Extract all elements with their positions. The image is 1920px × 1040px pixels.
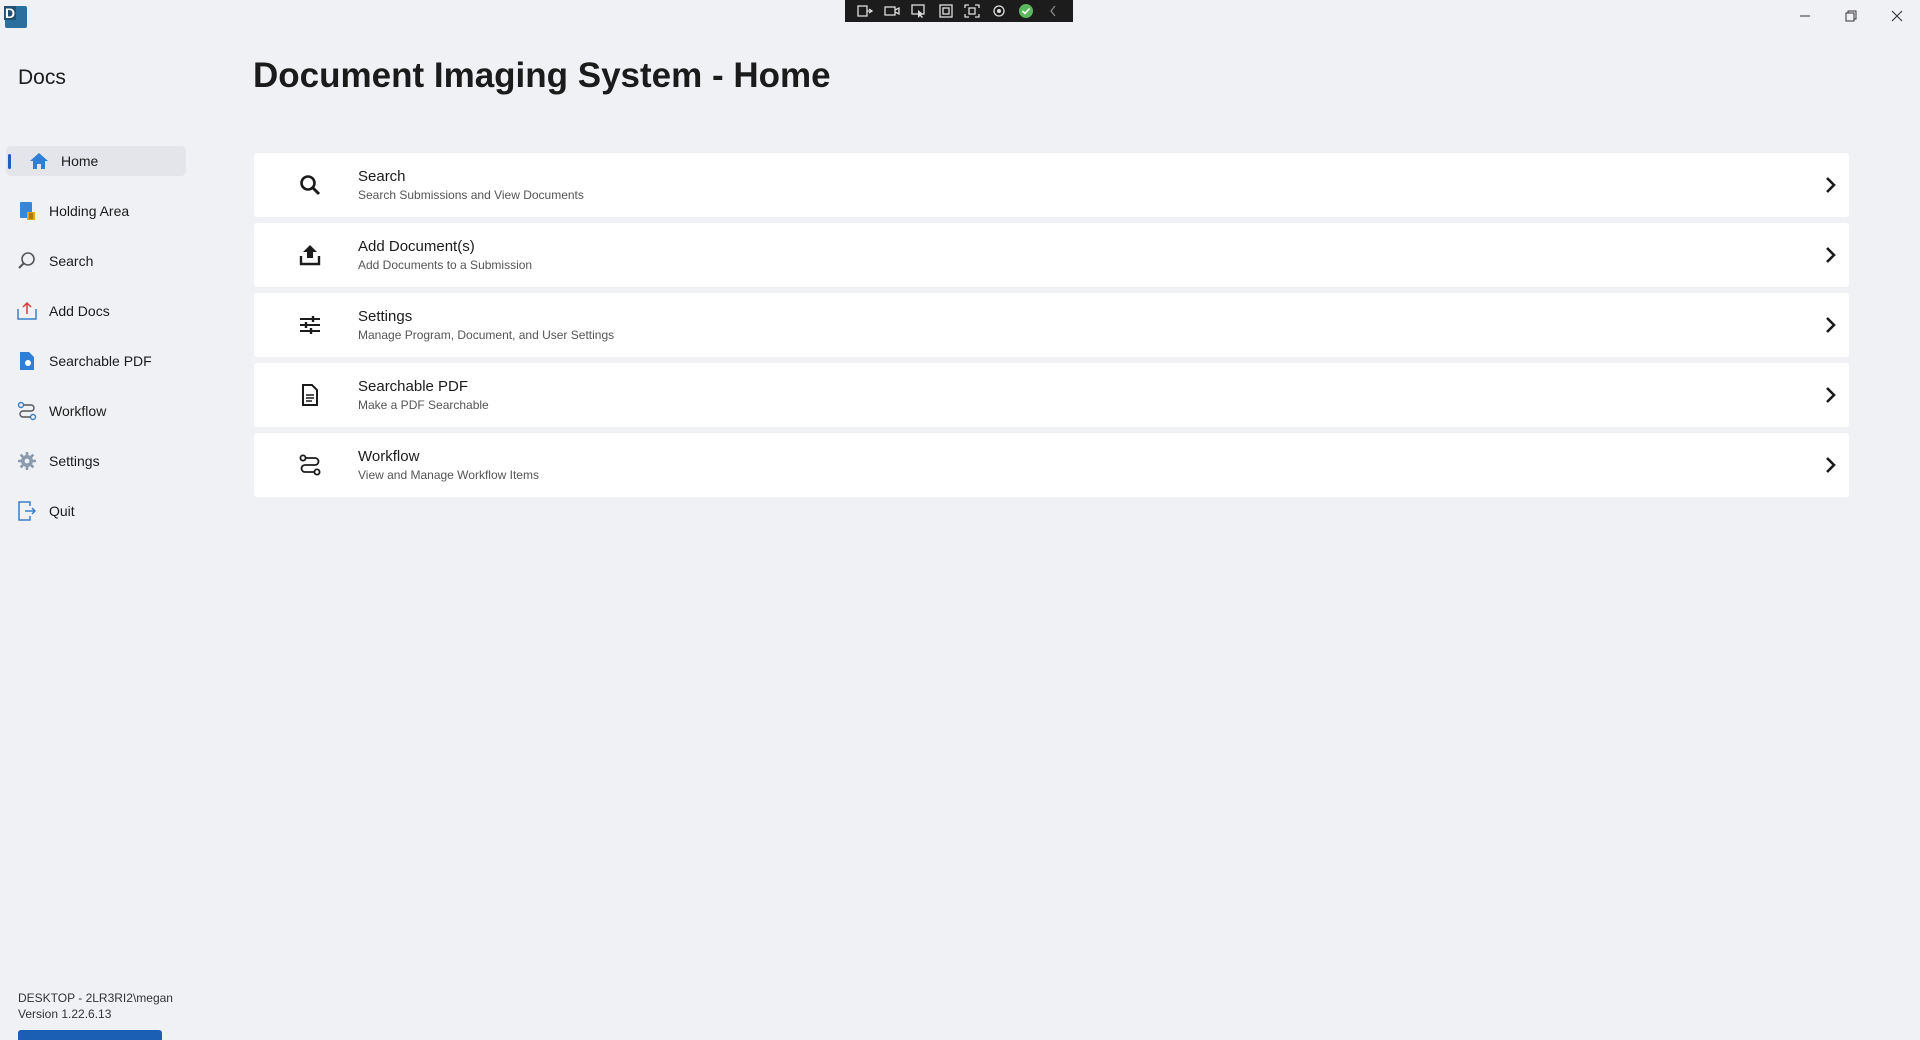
sidebar-item-searchable-pdf[interactable]: Searchable PDF — [6, 346, 186, 376]
sidebar-item-label: Quit — [49, 503, 75, 519]
sidebar-footer: DESKTOP - 2LR3RI2\megan Version 1.22.6.1… — [18, 990, 173, 1022]
card-subtitle: View and Manage Workflow Items — [358, 468, 539, 482]
sidebar-item-home[interactable]: Home — [6, 146, 186, 176]
sidebar-item-label: Home — [61, 153, 99, 169]
user-label: DESKTOP - 2LR3RI2\megan — [18, 991, 173, 1005]
sidebar-item-holding-area[interactable]: Holding Area — [6, 196, 186, 226]
card-search[interactable]: Search Search Submissions and View Docum… — [254, 153, 1849, 217]
pointer-icon[interactable] — [911, 4, 928, 18]
capture-icon[interactable] — [964, 4, 981, 18]
card-subtitle: Make a PDF Searchable — [358, 398, 489, 412]
sidebar-item-workflow[interactable]: Workflow — [6, 396, 186, 426]
settings-icon[interactable] — [991, 4, 1008, 18]
chevron-right-icon — [1819, 313, 1843, 337]
add-docs-icon — [16, 300, 38, 322]
sidebar-item-search[interactable]: Search — [6, 246, 186, 276]
upload-icon — [296, 241, 324, 269]
sidebar-item-quit[interactable]: Quit — [6, 496, 186, 526]
chevron-right-icon — [1819, 453, 1843, 477]
sliders-icon — [296, 311, 324, 339]
sidebar-item-label: Search — [49, 253, 94, 269]
gear-icon — [16, 450, 38, 472]
card-add-documents[interactable]: Add Document(s) Add Documents to a Submi… — [254, 223, 1849, 287]
card-title: Add Document(s) — [358, 238, 475, 255]
card-title: Search — [358, 168, 406, 185]
sidebar-item-label: Settings — [49, 453, 100, 469]
card-subtitle: Add Documents to a Submission — [358, 258, 533, 272]
window-controls — [1782, 0, 1920, 32]
collapse-icon[interactable] — [1044, 4, 1061, 18]
chevron-right-icon — [1819, 173, 1843, 197]
sidebar-item-label: Workflow — [49, 403, 107, 419]
card-title: Settings — [358, 308, 413, 325]
magnifier-icon — [296, 171, 324, 199]
sidebar-item-label: Add Docs — [49, 303, 110, 319]
card-settings[interactable]: Settings Manage Program, Document, and U… — [254, 293, 1849, 357]
sidebar-item-settings[interactable]: Settings — [6, 446, 186, 476]
minimize-button[interactable] — [1782, 0, 1828, 32]
holding-area-icon — [16, 200, 38, 222]
chevron-right-icon — [1819, 243, 1843, 267]
version-label: Version 1.22.6.13 — [18, 1007, 112, 1021]
restore-button[interactable] — [1828, 0, 1874, 32]
workflow-icon — [16, 400, 38, 422]
app-logo-icon: D — [4, 5, 27, 28]
card-workflow[interactable]: Workflow View and Manage Workflow Items — [254, 433, 1849, 497]
sidebar-item-add-docs[interactable]: Add Docs — [6, 296, 186, 326]
steps-recorder-icon[interactable] — [857, 4, 874, 18]
pdf-icon — [16, 350, 38, 372]
route-icon — [296, 451, 324, 479]
footer-button[interactable] — [18, 1030, 162, 1040]
check-icon[interactable] — [1018, 4, 1035, 18]
recorder-toolbar — [845, 0, 1073, 22]
card-searchable-pdf[interactable]: Searchable PDF Make a PDF Searchable — [254, 363, 1849, 427]
chevron-right-icon — [1819, 383, 1843, 407]
sidebar-item-label: Searchable PDF — [49, 353, 152, 369]
card-title: Searchable PDF — [358, 378, 469, 395]
home-icon — [28, 150, 50, 172]
page-title: Document Imaging System - Home — [253, 56, 831, 95]
close-button[interactable] — [1874, 0, 1920, 32]
card-subtitle: Search Submissions and View Documents — [358, 188, 584, 202]
title-bar: D — [0, 0, 1920, 34]
card-subtitle: Manage Program, Document, and User Setti… — [358, 328, 615, 342]
home-cards: Search Search Submissions and View Docum… — [254, 153, 1849, 503]
quit-icon — [16, 500, 38, 522]
app-name: Docs — [18, 66, 66, 89]
sidebar-item-label: Holding Area — [49, 203, 130, 219]
region-icon[interactable] — [937, 4, 954, 18]
document-icon — [296, 381, 324, 409]
search-icon — [16, 250, 38, 272]
sidebar-nav: Home Holding Area Search Add Docs Search… — [6, 146, 186, 546]
app-logo-letter: D — [4, 5, 17, 21]
video-icon[interactable] — [884, 4, 901, 18]
card-title: Workflow — [358, 448, 420, 465]
